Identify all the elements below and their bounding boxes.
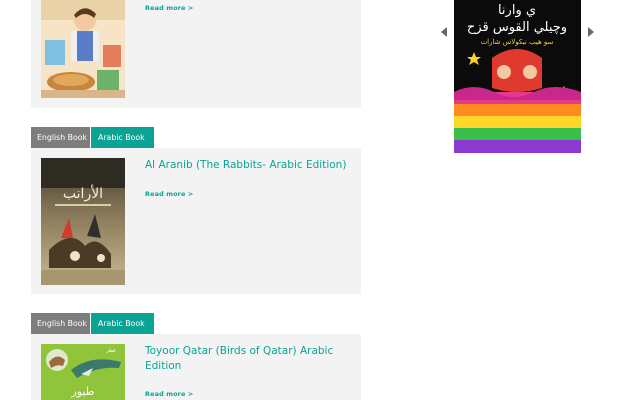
tab-english-book[interactable]: English Book [31,313,90,334]
book-cover-image[interactable]: الأرانب [41,158,125,285]
right-arrow-icon[interactable] [587,26,595,41]
svg-text:سو هيب نيكولاس شارات: سو هيب نيكولاس شارات [481,38,554,46]
book-title-link[interactable]: Toyoor Qatar (Birds of Qatar) Arabic Edi… [145,344,347,374]
book-language-tabs: English Book Arabic Book [31,127,154,148]
book-language-tabs: English Book Arabic Book [31,313,154,334]
book-card: طيور قطر Toyoor Qatar (Birds of Qatar) A… [31,334,361,400]
read-more-link[interactable]: Read more > [145,4,193,12]
read-more-link[interactable]: Read more > [145,390,193,398]
tab-arabic-book[interactable]: Arabic Book [91,313,154,334]
book-card: Read more > [31,0,361,108]
svg-text:وچيلي القوس قزح: وچيلي القوس قزح [467,20,567,35]
book-title-link[interactable]: Al Aranib (The Rabbits- Arabic Edition) [145,158,347,173]
read-more-link[interactable]: Read more > [145,190,193,198]
svg-text:قطر: قطر [105,348,116,354]
carousel-book-cover[interactable]: ي وارنا وچيلي القوس قزح سو هيب نيكولاس ش… [454,0,581,153]
book-cover-image[interactable]: طيور قطر [41,344,125,400]
tab-arabic-book[interactable]: Arabic Book [91,127,154,148]
svg-text:ي وارنا: ي وارنا [498,3,536,18]
book-card: الأرانب Al Aranib (The Rabbits- Arabic E… [31,148,361,294]
left-arrow-icon[interactable] [440,26,448,41]
svg-text:الأرانب: الأرانب [63,184,103,202]
svg-text:طيور: طيور [70,385,94,398]
book-cover-image[interactable] [41,0,125,98]
tab-english-book[interactable]: English Book [31,127,90,148]
